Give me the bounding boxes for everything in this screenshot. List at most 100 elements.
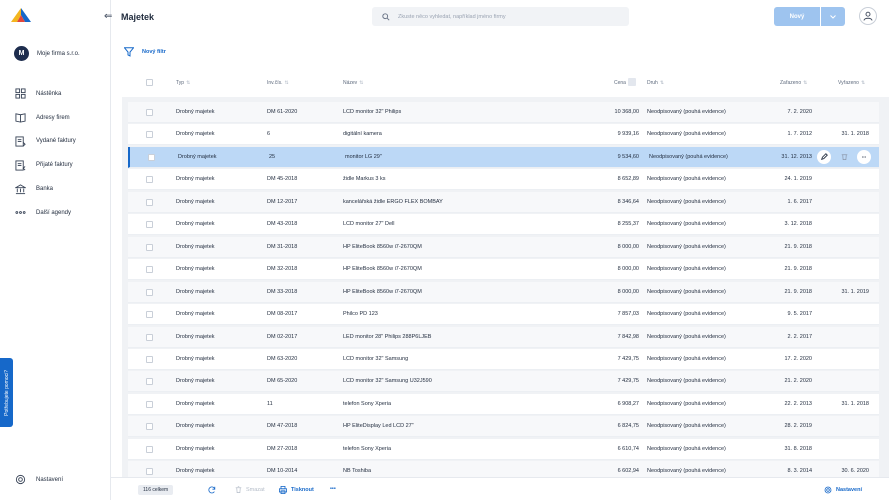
row-checkbox[interactable]	[146, 109, 153, 116]
company-switcher[interactable]: M Moje firma s.r.o.	[14, 46, 80, 61]
edit-button[interactable]	[817, 149, 831, 164]
table-row[interactable]: Drobný majetek DM 63-2020 LCD monitor 32" …	[128, 348, 879, 370]
row-checkbox[interactable]	[146, 468, 153, 476]
sidebar-item-bank[interactable]: Banka	[15, 177, 76, 201]
cell-name: LCD monitor 32" Samsung U32J590	[343, 378, 432, 385]
delete-row-button[interactable]	[837, 150, 851, 164]
sidebar-item-received-invoices[interactable]: Přijaté faktury	[15, 153, 76, 177]
row-checkbox[interactable]	[148, 153, 155, 161]
sidebar-item-more-agendas[interactable]: Další agendy	[15, 201, 76, 225]
row-checkbox[interactable]	[146, 423, 153, 431]
table-row[interactable]: Drobný majetek DM 61-2020 LCD monitor 32" …	[128, 102, 879, 123]
sidebar-item-label: Nástěnka	[36, 90, 62, 97]
cell-price: 7 429,75	[617, 378, 639, 385]
row-checkbox[interactable]	[146, 266, 153, 274]
refresh-icon	[208, 486, 216, 494]
delete-button[interactable]: Smazat	[235, 486, 265, 493]
table-row[interactable]: Drobný majetek DM 43-2018 LCD monitor 27" …	[128, 214, 879, 236]
column-header-type[interactable]: Typ ⇅	[176, 80, 190, 86]
app-logo-icon[interactable]	[11, 8, 31, 22]
cell-type: Drobný majetek	[176, 333, 215, 340]
column-header-removed[interactable]: Vyřazeno ⇅	[838, 80, 865, 86]
sidebar-nav: Nástěnka Adresy firem Vydané faktury Při…	[15, 82, 76, 225]
table-row[interactable]: Drobný majetek DM 27-2018 telefon Sony Xpe…	[128, 438, 879, 460]
cell-invnum: 25	[269, 153, 276, 160]
back-arrow-icon[interactable]: ⇐	[104, 11, 112, 22]
row-checkbox[interactable]	[146, 355, 153, 363]
row-checkbox[interactable]	[146, 176, 153, 184]
cell-name: LED monitor 28" Philips 288P6LJEB	[343, 333, 432, 340]
cell-kind: Neodpisovaný (pouhá evidence)	[647, 355, 726, 362]
cell-invnum: DM 31-2018	[267, 243, 298, 250]
table-row[interactable]: Drobný majetek DM 45-2018 židle Markus 3 k…	[128, 169, 879, 191]
new-filter-button[interactable]: Nový filtr	[124, 47, 166, 57]
table-row[interactable]: Drobný majetek 11 telefon Sony Xperia 6 908…	[128, 393, 879, 415]
new-button[interactable]: Nový	[774, 7, 820, 26]
sidebar-item-label: Adresy firem	[36, 114, 70, 121]
refresh-button[interactable]	[208, 486, 216, 494]
column-header-added[interactable]: Zařazeno ⇅	[780, 80, 807, 86]
cell-price: 7 857,03	[617, 311, 639, 318]
cell-invnum: DM 08-2017	[267, 311, 298, 318]
row-checkbox[interactable]	[146, 221, 153, 229]
gear-icon	[15, 474, 26, 485]
table-row[interactable]: Drobný majetek DM 10-2014 NB Toshiba 6 602,…	[128, 461, 879, 477]
table-row[interactable]: Drobný majetek 6 digitální kamera 9 939,16 N…	[128, 124, 879, 146]
cell-kind: Neodpisovaný (pouhá evidence)	[647, 221, 726, 228]
received-invoice-icon	[15, 160, 26, 171]
table-row[interactable]: Drobný majetek DM 02-2017 LED monitor 28" …	[128, 326, 879, 348]
row-checkbox[interactable]	[146, 445, 153, 453]
cell-type: Drobný majetek	[176, 176, 215, 183]
pencil-icon	[820, 153, 828, 161]
row-checkbox[interactable]	[146, 131, 153, 139]
row-checkbox[interactable]	[146, 288, 153, 296]
more-actions-button[interactable]: •••	[330, 486, 336, 492]
row-checkbox[interactable]	[146, 243, 153, 251]
print-button[interactable]: Tisknout	[279, 486, 314, 494]
filter-icon	[124, 47, 134, 57]
cell-kind: Neodpisovaný (pouhá evidence)	[647, 266, 726, 273]
table-row[interactable]: Drobný majetek DM 32-2018 HP EliteBook 856…	[128, 259, 879, 281]
table-footer: 116 celkem Smazat Tisknout ••• Nastavení	[111, 477, 889, 500]
table-row[interactable]: Drobný majetek DM 65-2020 LCD monitor 32" …	[128, 371, 879, 393]
user-menu-button[interactable]	[859, 7, 877, 25]
cell-added: 17. 2. 2020	[784, 355, 812, 362]
more-dots-icon: •••	[861, 154, 867, 160]
column-header-name[interactable]: Název ⇅	[343, 80, 363, 86]
sidebar-item-settings[interactable]: Nastavení	[15, 474, 63, 485]
cell-kind: Neodpisovaný (pouhá evidence)	[647, 131, 726, 138]
table-row[interactable]: Drobný majetek DM 47-2018 HP EliteDisplay …	[128, 416, 879, 438]
table-row[interactable]: Drobný majetek DM 33-2018 HP EliteBook 856…	[128, 281, 879, 303]
cell-invnum: DM 27-2018	[267, 445, 298, 452]
sidebar-item-addresses[interactable]: Adresy firem	[15, 106, 76, 130]
row-checkbox[interactable]	[146, 198, 153, 206]
new-dropdown-button[interactable]	[821, 7, 845, 26]
help-tab[interactable]: Potřebujete pomoci?	[0, 358, 13, 427]
column-label: Cena	[614, 80, 626, 86]
row-checkbox[interactable]	[146, 311, 153, 319]
cell-removed: 31. 1. 2018	[841, 400, 869, 407]
row-checkbox[interactable]	[146, 333, 153, 341]
table-row[interactable]: Drobný majetek DM 31-2018 HP EliteBook 856…	[128, 236, 879, 258]
row-checkbox[interactable]	[146, 378, 153, 386]
search-input[interactable]	[398, 13, 618, 20]
cell-type: Drobný majetek	[176, 243, 215, 250]
select-all-checkbox[interactable]	[146, 79, 153, 86]
cell-price: 9 534,60	[617, 153, 639, 160]
sidebar-item-label: Nastavení	[36, 476, 64, 483]
table-row[interactable]: Drobný majetek 25 monitor LG 29" 9 534,60 Ne…	[128, 146, 879, 168]
cell-name: monitor LG 29"	[345, 153, 382, 160]
cell-price: 8 000,00	[617, 288, 639, 295]
column-header-invnum[interactable]: Inv.čís. ⇅	[267, 80, 289, 86]
sidebar-item-dashboard[interactable]: Nástěnka	[15, 82, 76, 106]
sidebar-item-issued-invoices[interactable]: Vydané faktury	[15, 130, 76, 154]
table-settings-button[interactable]: Nastavení	[824, 486, 862, 494]
row-more-button[interactable]: •••	[857, 149, 871, 164]
record-count-badge: 116 celkem	[138, 485, 174, 495]
table-row[interactable]: Drobný majetek DM 12-2017 kancelářská židl…	[128, 191, 879, 213]
row-checkbox[interactable]	[146, 400, 153, 408]
table-row[interactable]: Drobný majetek DM 08-2017 Philco PD 123 7 8…	[128, 304, 879, 326]
column-header-kind[interactable]: Druh ⇅	[647, 80, 664, 86]
cell-added: 31. 8. 2018	[784, 445, 812, 452]
print-label: Tisknout	[291, 487, 314, 493]
